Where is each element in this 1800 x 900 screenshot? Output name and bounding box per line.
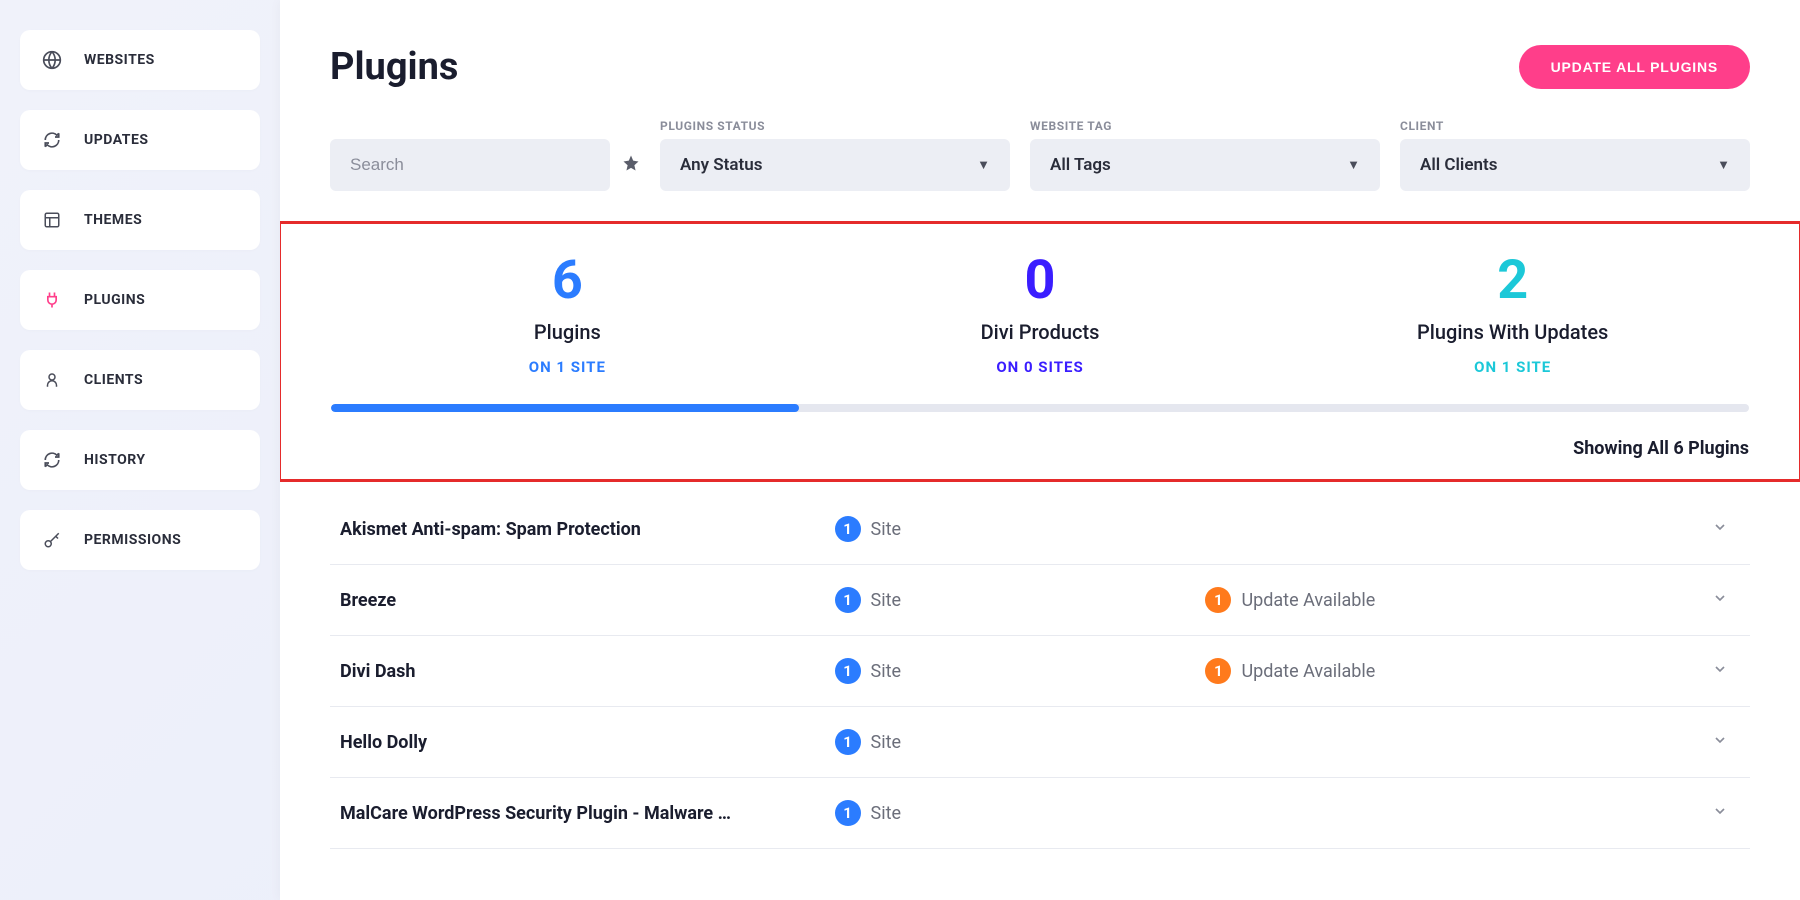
chevron-down-icon[interactable]	[1700, 661, 1740, 681]
tag-filter-label: WEBSITE TAG	[1030, 119, 1380, 133]
update-count-badge: 1	[1205, 658, 1231, 684]
refresh-icon	[42, 130, 62, 150]
plugin-row[interactable]: MalCare WordPress Security Plugin - Malw…	[330, 778, 1750, 849]
sidebar-item-plugins[interactable]: PLUGINS	[20, 270, 260, 330]
user-icon	[42, 370, 62, 390]
sites-text: Site	[871, 519, 902, 540]
sidebar: WEBSITES UPDATES THEMES PLUGINS CLIENTS …	[0, 0, 280, 900]
stat-divi-label: Divi Products	[804, 320, 1277, 344]
stats-progress	[331, 404, 1749, 412]
search-input[interactable]	[330, 139, 610, 191]
tag-filter-value: All Tags	[1050, 155, 1111, 175]
sidebar-item-websites[interactable]: WEBSITES	[20, 30, 260, 90]
chevron-down-icon: ▼	[1717, 157, 1730, 173]
chevron-down-icon[interactable]	[1700, 803, 1740, 823]
status-filter[interactable]: Any Status ▼	[660, 139, 1010, 191]
sites-count-badge: 1	[835, 516, 861, 542]
sidebar-item-clients[interactable]: CLIENTS	[20, 350, 260, 410]
stat-plugins-label: Plugins	[331, 320, 804, 344]
plugin-update: 1 Update Available	[1205, 658, 1700, 684]
stat-updates-label: Plugins With Updates	[1276, 320, 1749, 344]
sidebar-item-label: PERMISSIONS	[84, 532, 181, 548]
chevron-down-icon[interactable]	[1700, 732, 1740, 752]
sites-text: Site	[871, 732, 902, 753]
sidebar-item-themes[interactable]: THEMES	[20, 190, 260, 250]
plugin-name: Divi Dash	[340, 661, 835, 682]
update-text: Update Available	[1241, 590, 1375, 611]
chevron-down-icon: ▼	[977, 157, 990, 173]
chevron-down-icon[interactable]	[1700, 590, 1740, 610]
star-icon[interactable]	[622, 154, 640, 176]
stat-divi-sub: ON 0 SITES	[804, 358, 1277, 376]
plugin-row[interactable]: Breeze1Site1Update Available	[330, 565, 1750, 636]
stat-updates-count: 2	[1276, 254, 1749, 308]
layout-icon	[42, 210, 62, 230]
plugin-row[interactable]: Akismet Anti-spam: Spam Protection1 Site	[330, 494, 1750, 565]
sidebar-item-label: HISTORY	[84, 452, 146, 468]
sites-count-badge: 1	[835, 729, 861, 755]
update-count-badge: 1	[1205, 587, 1231, 613]
client-filter-label: CLIENT	[1400, 119, 1750, 133]
stat-updates-sub: ON 1 SITE	[1276, 358, 1749, 376]
sites-count-badge: 1	[835, 587, 861, 613]
plugin-update: 1 Update Available	[1205, 587, 1700, 613]
stat-divi-count: 0	[804, 254, 1277, 308]
globe-icon	[42, 50, 62, 70]
filters: PLUGINS STATUS Any Status ▼ WEBSITE TAG …	[330, 119, 1750, 191]
stats-panel: 6 Plugins ON 1 SITE 0 Divi Products ON 0…	[280, 221, 1800, 482]
plugin-name: Akismet Anti-spam: Spam Protection	[340, 519, 835, 540]
sites-count-badge: 1	[835, 658, 861, 684]
plugin-sites: 1 Site	[835, 516, 1206, 542]
plug-icon	[42, 290, 62, 310]
stat-divi[interactable]: 0 Divi Products ON 0 SITES	[804, 254, 1277, 376]
chevron-down-icon[interactable]	[1700, 519, 1740, 539]
client-filter-value: All Clients	[1420, 155, 1497, 175]
sidebar-item-label: WEBSITES	[84, 52, 155, 68]
sidebar-item-label: UPDATES	[84, 132, 148, 148]
sidebar-item-label: CLIENTS	[84, 372, 143, 388]
sidebar-item-updates[interactable]: UPDATES	[20, 110, 260, 170]
plugin-list: Akismet Anti-spam: Spam Protection1SiteB…	[330, 494, 1750, 849]
update-all-button[interactable]: UPDATE ALL PLUGINS	[1519, 45, 1750, 89]
sites-text: Site	[871, 803, 902, 824]
plugin-name: Breeze	[340, 590, 835, 611]
main-content: Plugins UPDATE ALL PLUGINS PLUGINS STATU…	[280, 0, 1800, 900]
tag-filter[interactable]: All Tags ▼	[1030, 139, 1380, 191]
plugin-name: MalCare WordPress Security Plugin - Malw…	[340, 803, 835, 824]
key-icon	[42, 530, 62, 550]
sites-count-badge: 1	[835, 800, 861, 826]
update-text: Update Available	[1241, 661, 1375, 682]
stat-updates[interactable]: 2 Plugins With Updates ON 1 SITE	[1276, 254, 1749, 376]
chevron-down-icon: ▼	[1347, 157, 1360, 173]
sidebar-item-label: THEMES	[84, 212, 142, 228]
plugin-sites: 1 Site	[835, 658, 1206, 684]
stat-plugins[interactable]: 6 Plugins ON 1 SITE	[331, 254, 804, 376]
refresh-icon	[42, 450, 62, 470]
stat-plugins-count: 6	[331, 254, 804, 308]
plugin-row[interactable]: Divi Dash1Site1Update Available	[330, 636, 1750, 707]
stats-progress-fill	[331, 404, 799, 412]
sidebar-item-history[interactable]: HISTORY	[20, 430, 260, 490]
plugin-sites: 1 Site	[835, 587, 1206, 613]
sidebar-item-label: PLUGINS	[84, 292, 145, 308]
sites-text: Site	[871, 590, 902, 611]
sidebar-item-permissions[interactable]: PERMISSIONS	[20, 510, 260, 570]
status-filter-value: Any Status	[680, 155, 762, 175]
showing-text: Showing All 6 Plugins	[281, 438, 1799, 459]
client-filter[interactable]: All Clients ▼	[1400, 139, 1750, 191]
page-title: Plugins	[330, 45, 458, 89]
stat-plugins-sub: ON 1 SITE	[331, 358, 804, 376]
plugin-sites: 1 Site	[835, 729, 1206, 755]
plugin-sites: 1 Site	[835, 800, 1206, 826]
plugin-name: Hello Dolly	[340, 732, 835, 753]
header: Plugins UPDATE ALL PLUGINS	[330, 45, 1750, 89]
sites-text: Site	[871, 661, 902, 682]
status-filter-label: PLUGINS STATUS	[660, 119, 1010, 133]
plugin-row[interactable]: Hello Dolly1 Site	[330, 707, 1750, 778]
